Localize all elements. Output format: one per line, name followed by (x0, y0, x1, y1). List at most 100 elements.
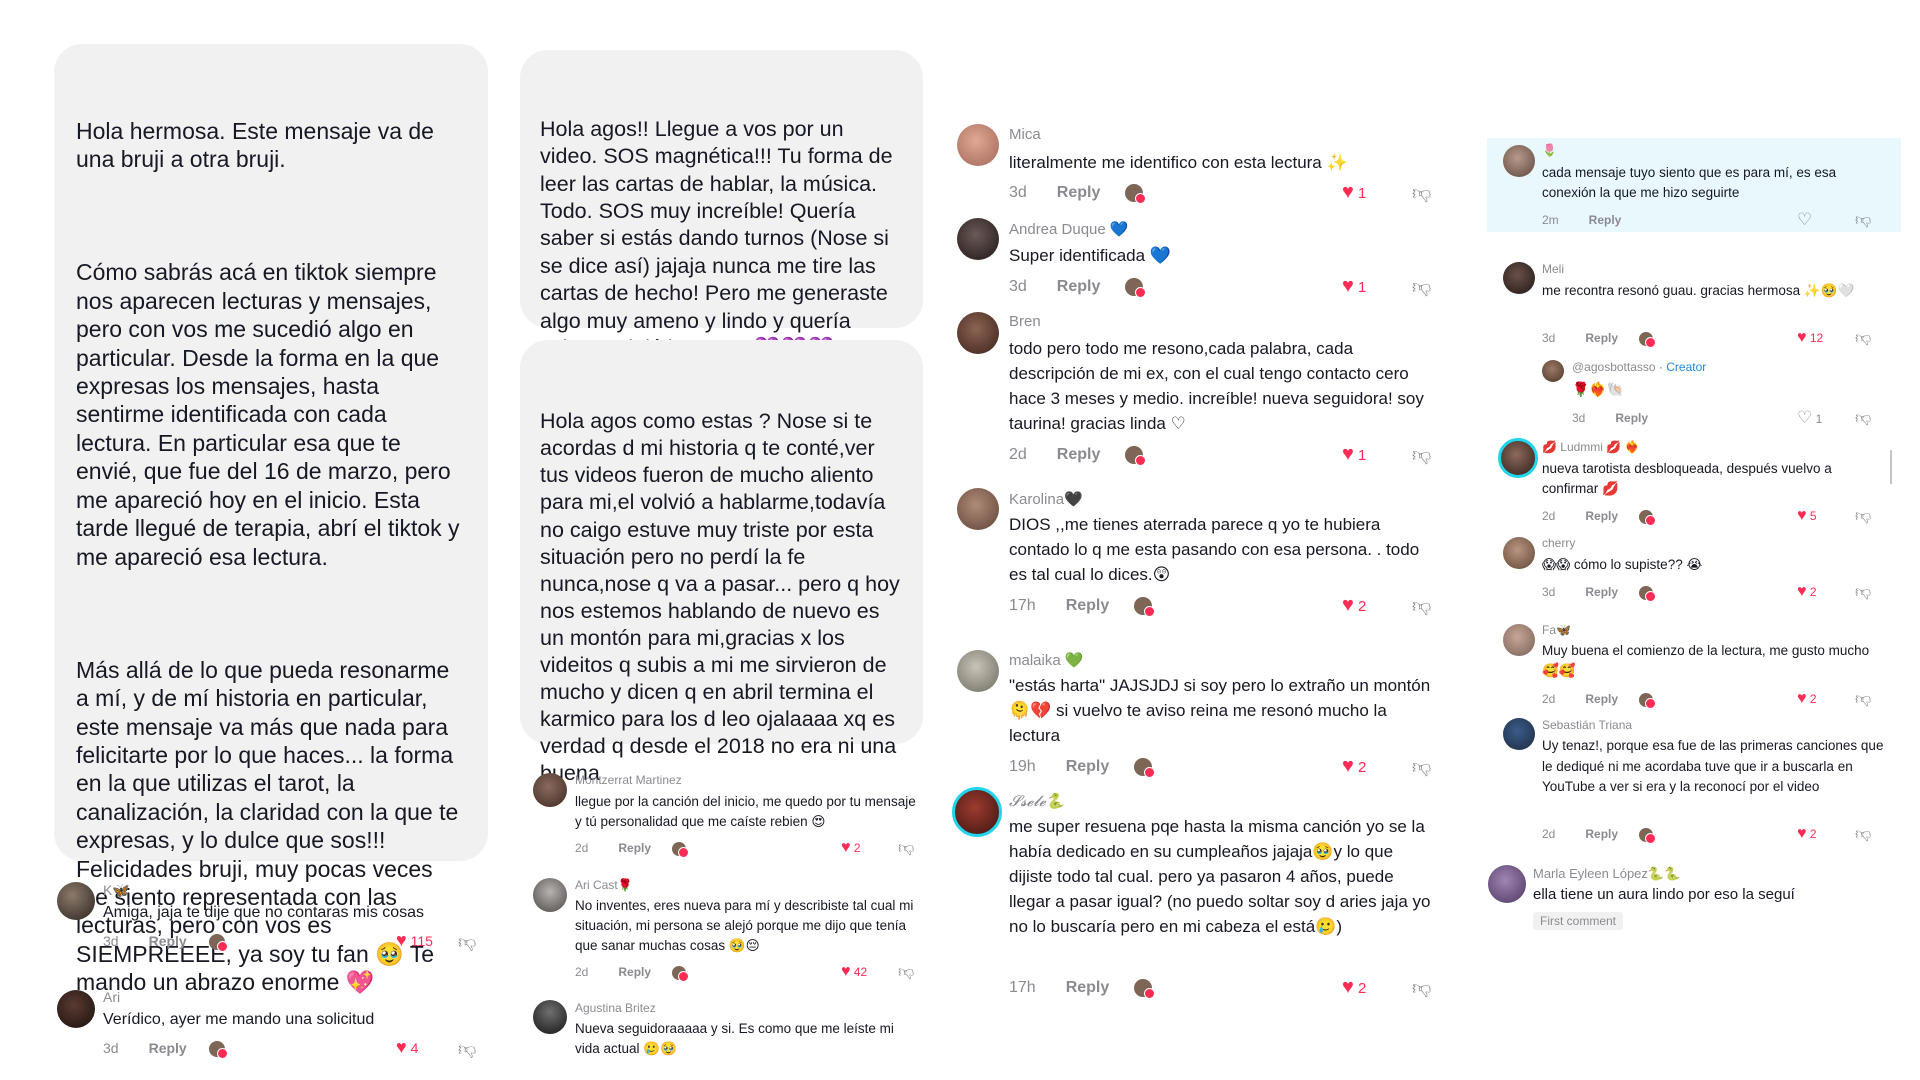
avatar[interactable] (57, 882, 95, 920)
like-button[interactable]: ♡ 1 (1797, 408, 1822, 428)
dislike-icon[interactable]: 👎︎ (1855, 583, 1871, 602)
comment-username[interactable]: @agosbottasso · Creator (1572, 360, 1706, 374)
avatar[interactable] (533, 1000, 567, 1034)
comment-username[interactable]: Marla Eyleen López🐍🐍 (1533, 866, 1680, 882)
dislike-icon[interactable]: 👎︎ (1855, 825, 1871, 844)
dislike-icon[interactable]: 👎︎ (1855, 211, 1871, 230)
avatar[interactable] (957, 312, 999, 354)
avatar[interactable] (952, 787, 1002, 837)
reply-button[interactable]: Reply (1066, 758, 1110, 775)
dislike-icon[interactable]: 👎︎ (1855, 507, 1871, 526)
reply-button[interactable]: Reply (1057, 278, 1101, 295)
like-button[interactable]: ♥ 2 (841, 839, 861, 857)
dislike-icon[interactable]: 👎︎ (458, 1038, 476, 1060)
avatar[interactable] (1498, 438, 1538, 478)
like-count: 4 (410, 1040, 419, 1056)
comment-username[interactable]: Mica (1009, 126, 1041, 143)
avatar[interactable] (1503, 624, 1535, 656)
dislike-icon[interactable]: 👎︎ (1855, 690, 1871, 709)
like-count: 2 (853, 841, 861, 855)
like-button[interactable]: ♥ 2 (1342, 755, 1366, 778)
reply-button[interactable]: Reply (1615, 411, 1648, 425)
like-button[interactable]: ♡ (1797, 210, 1812, 230)
like-count: 2 (1358, 598, 1367, 615)
dislike-icon[interactable]: 👎︎ (1412, 444, 1431, 467)
like-button[interactable]: ♥ 2 (1797, 690, 1817, 708)
dislike-icon[interactable]: 👎︎ (458, 931, 476, 953)
like-button[interactable]: ♥ 1 (1342, 443, 1366, 466)
message-bubble-1: Hola hermosa. Este mensaje va de una bru… (54, 44, 488, 995)
reply-button[interactable]: Reply (1585, 509, 1618, 523)
like-button[interactable]: ♥ 115 (396, 930, 433, 951)
dislike-icon[interactable]: 👎︎ (1412, 276, 1431, 299)
comment-text: me super resuena pqe hasta la misma canc… (1009, 817, 1436, 936)
reply-button[interactable]: Reply (1585, 827, 1618, 841)
comment-username[interactable]: Ari Cast🌹 (575, 878, 633, 892)
reply-button[interactable]: Reply (1585, 692, 1618, 706)
comment-username[interactable]: Andrea Duque 💙 (1009, 220, 1129, 238)
avatar[interactable] (533, 878, 567, 912)
avatar[interactable] (1503, 262, 1535, 294)
comment-username[interactable]: K🦋 (103, 882, 130, 899)
comment-username[interactable]: malaika 💚 (1009, 651, 1084, 669)
like-button[interactable]: ♥ 42 (841, 963, 867, 981)
dislike-icon[interactable]: 👎︎ (1855, 329, 1871, 348)
dislike-icon[interactable]: 👎︎ (1412, 756, 1431, 779)
comment-username[interactable]: Montzerrat Martinez (575, 773, 682, 787)
comment-username[interactable]: 💋 Ludmmi 💋 ❤️‍🔥 (1542, 440, 1640, 454)
scrollbar[interactable] (1890, 450, 1892, 484)
avatar[interactable] (1488, 865, 1526, 903)
avatar[interactable] (957, 124, 999, 166)
comment-time: 2m (1542, 213, 1559, 227)
dislike-icon[interactable]: 👎︎ (898, 839, 914, 858)
avatar[interactable] (957, 488, 999, 530)
reply-button[interactable]: Reply (1066, 597, 1110, 614)
reply-button[interactable]: Reply (1589, 213, 1622, 227)
comment-username[interactable]: Agustina Britez (575, 1001, 656, 1015)
avatar[interactable] (1503, 718, 1535, 750)
reply-button[interactable]: Reply (1057, 184, 1101, 201)
like-button[interactable]: ♥ 1 (1342, 275, 1366, 298)
reply-button[interactable]: Reply (1585, 331, 1618, 345)
reply-button[interactable]: Reply (618, 841, 651, 855)
comment-username[interactable]: Fa🦋 (1542, 623, 1571, 637)
avatar[interactable] (57, 990, 95, 1028)
avatar[interactable] (533, 773, 567, 807)
comment-username[interactable]: 🌷 (1542, 143, 1557, 157)
like-button[interactable]: ♥ 4 (396, 1037, 418, 1058)
dislike-icon[interactable]: 👎︎ (1412, 595, 1431, 618)
avatar[interactable] (1542, 360, 1564, 382)
dislike-icon[interactable]: 👎︎ (1412, 182, 1431, 205)
creator-handle[interactable]: @agosbottasso (1572, 360, 1656, 374)
avatar[interactable] (1503, 145, 1535, 177)
comment-username[interactable]: Ari (103, 989, 120, 1005)
dislike-icon[interactable]: 👎︎ (1855, 409, 1871, 428)
reply-button[interactable]: Reply (149, 1040, 187, 1056)
comment-username[interactable]: Meli (1542, 262, 1564, 276)
heart-icon: ♥ (841, 839, 851, 856)
reply-button[interactable]: Reply (149, 933, 187, 949)
like-button[interactable]: ♥ 2 (1797, 583, 1817, 601)
like-button[interactable]: ♥ 1 (1342, 181, 1366, 204)
comment-username[interactable]: Karolina🖤 (1009, 490, 1083, 508)
reply-button[interactable]: Reply (1057, 446, 1101, 463)
dislike-icon[interactable]: 👎︎ (898, 963, 914, 982)
message-paragraph: Hola hermosa. Este mensaje va de una bru… (76, 117, 441, 173)
like-button[interactable]: ♥ 2 (1797, 825, 1817, 843)
comment-username[interactable]: Bren (1009, 313, 1041, 330)
like-button[interactable]: ♥ 12 (1797, 329, 1823, 347)
like-button[interactable]: ♥ 2 (1342, 976, 1366, 999)
comment-username[interactable]: 𝓢𝓼𝓮𝓵𝓮🐍 (1009, 792, 1064, 810)
comment-username[interactable]: Sebastián Triana (1542, 718, 1632, 732)
reply-button[interactable]: Reply (618, 965, 651, 979)
comment-text: cada mensaje tuyo siento que es para mí,… (1542, 165, 1840, 200)
dislike-icon[interactable]: 👎︎ (1412, 977, 1431, 1000)
like-button[interactable]: ♥ 2 (1342, 594, 1366, 617)
avatar[interactable] (957, 218, 999, 260)
reply-button[interactable]: Reply (1585, 585, 1618, 599)
avatar[interactable] (957, 650, 999, 692)
reply-button[interactable]: Reply (1066, 979, 1110, 996)
avatar[interactable] (1503, 537, 1535, 569)
like-button[interactable]: ♥ 5 (1797, 507, 1817, 525)
comment-username[interactable]: cherry (1542, 536, 1575, 550)
